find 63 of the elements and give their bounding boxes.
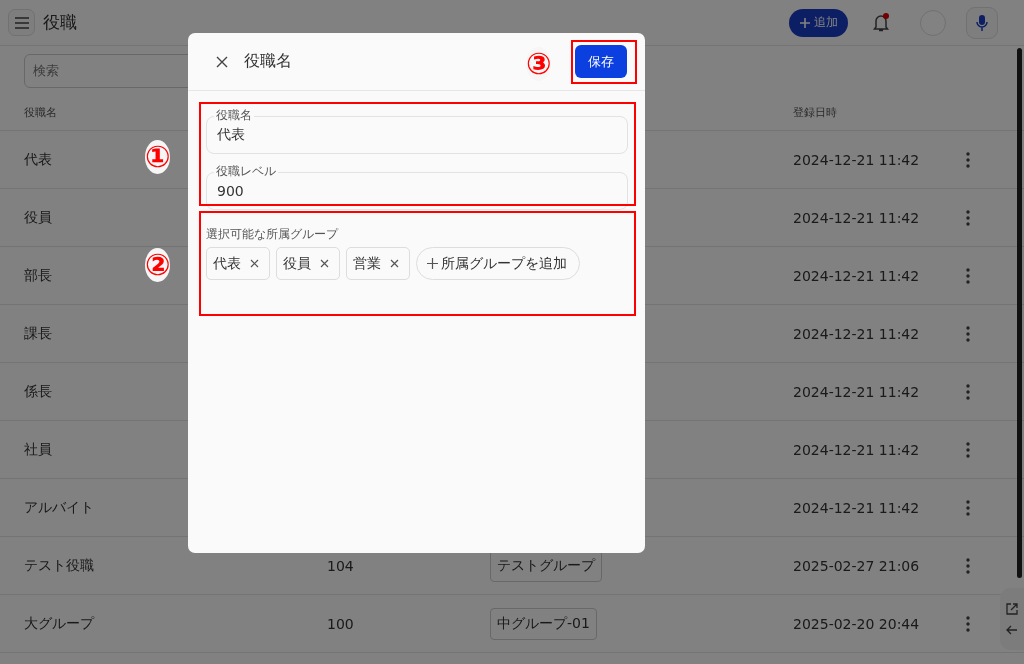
more-icon[interactable] (966, 151, 970, 168)
table-cell: 2024-12-21 11:42 (793, 383, 920, 400)
more-icon[interactable] (966, 325, 970, 342)
table-cell: 2024-12-21 11:42 (793, 499, 920, 516)
group-chip[interactable]: 営業 (346, 247, 410, 280)
step-number: ① (145, 140, 171, 174)
dialog-title: 役職名 (244, 51, 292, 72)
save-button[interactable]: 保存 (575, 45, 627, 78)
more-icon[interactable] (966, 383, 970, 400)
page-title: 役職 (43, 11, 77, 34)
table-cell: 2024-12-21 11:42 (793, 441, 920, 458)
table-cell: 2024-12-21 11:42 (793, 325, 920, 342)
close-icon[interactable] (216, 55, 228, 68)
table-cell: 部長 (24, 266, 52, 285)
table-cell: 104 (327, 557, 354, 574)
section-label: 選択可能な所属グループ (206, 226, 340, 243)
table-cell: 課長 (24, 324, 52, 343)
column-header: 登録日時 (793, 105, 837, 120)
microphone-button[interactable] (966, 6, 998, 39)
more-icon[interactable] (966, 267, 970, 284)
field-label: 役職レベル (214, 165, 278, 177)
table-cell: 100 (327, 615, 354, 632)
table-cell: 2025-02-27 21:06 (793, 557, 920, 574)
more-icon[interactable] (966, 557, 970, 574)
table-cell: アルバイト (24, 498, 94, 517)
add-group-button[interactable]: 所属グループを追加 (416, 247, 580, 280)
group-chip[interactable]: 役員 (276, 247, 340, 280)
more-icon[interactable] (966, 499, 970, 516)
table-cell: 大グループ (24, 614, 94, 633)
more-icon[interactable] (966, 209, 970, 226)
table-cell: 2025-02-20 20:44 (793, 615, 920, 632)
table-cell: テスト役職 (24, 556, 94, 575)
external-link-icon[interactable] (1006, 603, 1018, 615)
step-number: ② (145, 248, 171, 282)
menu-icon (13, 16, 30, 29)
table-cell: 2024-12-21 11:42 (793, 151, 920, 168)
remove-icon[interactable] (250, 259, 259, 268)
table-cell: 2024-12-21 11:42 (793, 267, 920, 284)
arrow-left-icon[interactable] (1006, 625, 1018, 635)
more-icon[interactable] (966, 615, 970, 632)
table-cell: 2024-12-21 11:42 (793, 209, 920, 226)
field-value: 900 (217, 183, 244, 199)
plus-icon (427, 258, 438, 269)
group-tag: 中グループ-01 (490, 607, 597, 640)
scrollbar-thumb[interactable] (1017, 48, 1022, 578)
table-cell: 役員 (24, 208, 52, 227)
field-label: 役職名 (214, 109, 254, 121)
table-cell: 代表 (24, 150, 52, 169)
add-button[interactable]: 追加 (789, 8, 848, 37)
notification-bell-icon[interactable] (872, 12, 890, 33)
plus-icon (799, 16, 811, 29)
side-panel-tab[interactable] (1000, 588, 1024, 650)
table-cell: 係長 (24, 382, 52, 401)
microphone-icon (976, 13, 988, 32)
more-icon[interactable] (966, 441, 970, 458)
menu-button[interactable] (8, 9, 35, 36)
field-value: 代表 (217, 126, 245, 144)
highlight-frame (571, 40, 637, 84)
remove-icon[interactable] (390, 259, 399, 268)
group-chip[interactable]: 代表 (206, 247, 270, 280)
column-header: 役職名 (24, 105, 57, 120)
table-cell: 社員 (24, 440, 52, 459)
remove-icon[interactable] (320, 259, 329, 268)
